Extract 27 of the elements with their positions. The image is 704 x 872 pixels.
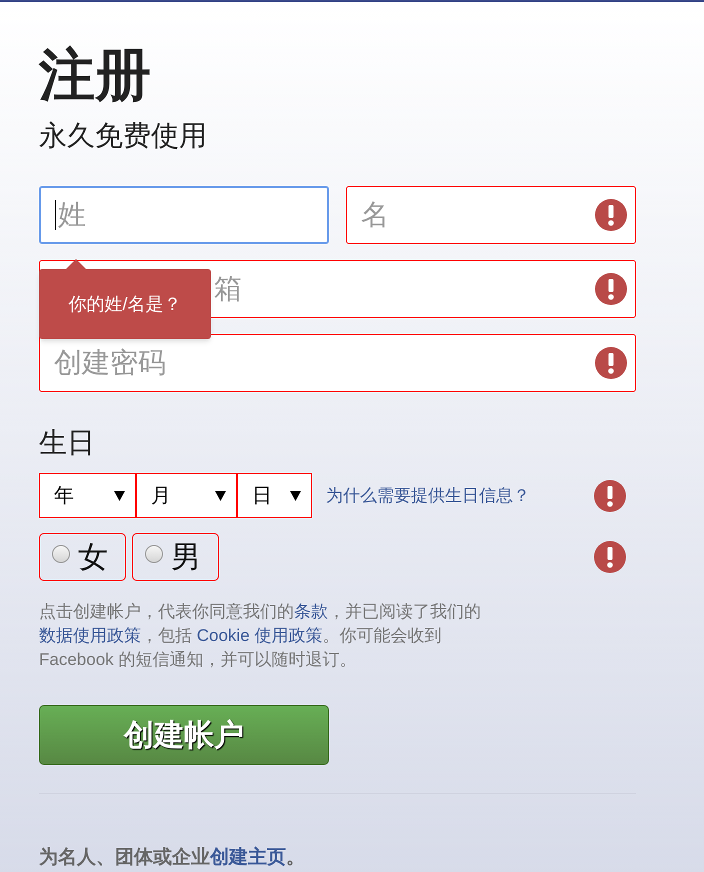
caret-icon bbox=[114, 490, 125, 500]
text-cursor bbox=[55, 200, 56, 230]
tooltip-pointer bbox=[65, 259, 87, 270]
policy-link[interactable]: Cookie 使用政策 bbox=[196, 626, 322, 645]
text-field[interactable]: 创建密码 bbox=[39, 334, 636, 392]
text-field[interactable]: 姓 bbox=[39, 186, 329, 244]
date-dropdown[interactable]: 月 bbox=[136, 473, 237, 518]
caret-icon bbox=[290, 490, 301, 500]
birthday-label: 生日 bbox=[39, 426, 95, 460]
caret-icon bbox=[215, 490, 226, 500]
create-account-button[interactable]: 创建帐户 bbox=[39, 705, 329, 765]
gender-option[interactable]: 女 bbox=[39, 533, 126, 581]
radio-button[interactable] bbox=[145, 545, 163, 563]
policy-link[interactable]: 数据使用政策 bbox=[39, 626, 141, 645]
create-page-link[interactable]: 创建主页 bbox=[210, 847, 286, 868]
text-field[interactable]: 名 bbox=[346, 186, 636, 244]
gender-option[interactable]: 男 bbox=[132, 533, 219, 581]
date-dropdown[interactable]: 日 bbox=[237, 473, 312, 518]
date-dropdown[interactable]: 年 bbox=[39, 473, 136, 518]
terms-text: 点击创建帐户，代表你同意我们的条款，并已阅读了我们的 数据使用政策，包括 Cookie 使用政策。你可能会收到 Facebook 的短信通知，并可以随时退订。 bbox=[39, 601, 482, 671]
page-title: 注册 bbox=[39, 42, 151, 108]
create-page-text: 为名人、团体或企业创建主页。 bbox=[39, 846, 305, 870]
birthday-help-link[interactable]: 为什么需要提供生日信息？ bbox=[326, 482, 530, 508]
subtitle: 永久免费使用 bbox=[39, 119, 207, 153]
policy-link[interactable]: 条款 bbox=[294, 602, 328, 621]
radio-button[interactable] bbox=[52, 545, 70, 563]
error-tooltip: 你的姓/名是？ bbox=[39, 269, 211, 339]
